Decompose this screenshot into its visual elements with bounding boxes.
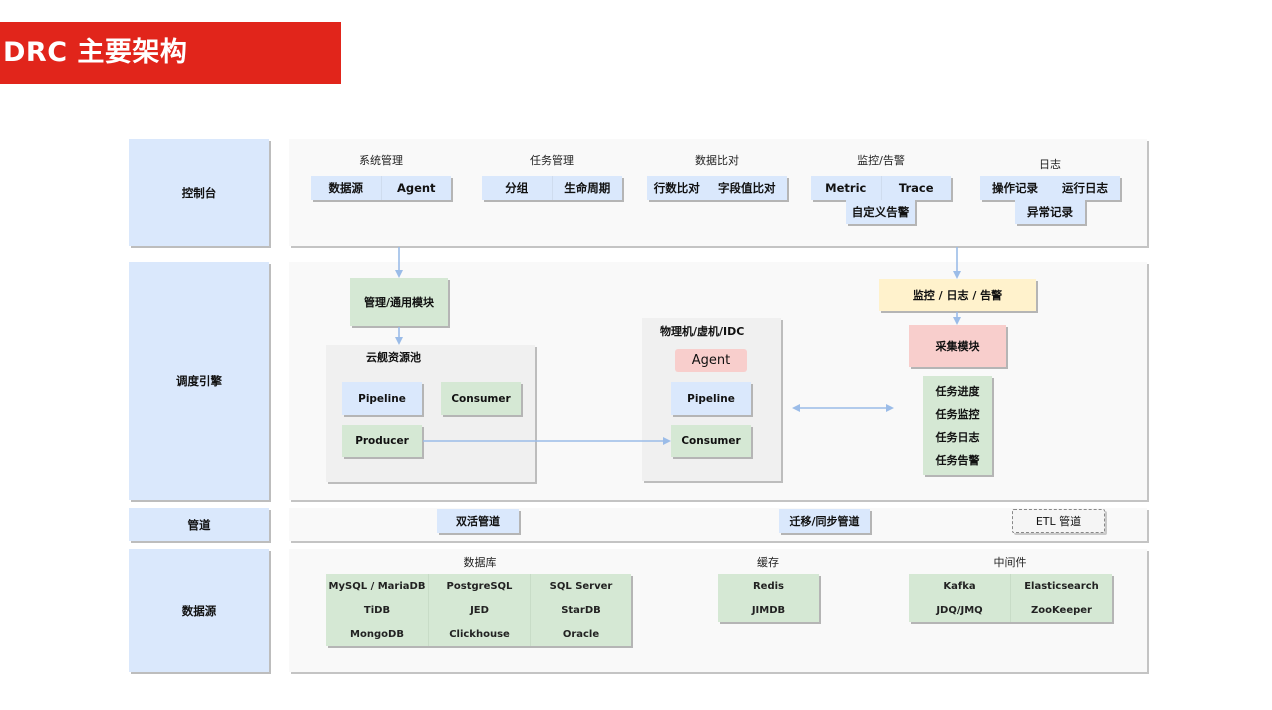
- group-title-system-mgmt: 系统管理: [359, 154, 403, 167]
- db-oracle: Oracle: [530, 622, 631, 646]
- layer-label-scheduler: 调度引擎: [129, 262, 269, 500]
- group-title-data-compare: 数据比对: [695, 154, 739, 167]
- layer-label-datasource: 数据源: [129, 549, 269, 672]
- task-progress[interactable]: 任务进度: [936, 383, 980, 399]
- migration-sync-pipeline[interactable]: 迁移/同步管道: [779, 509, 870, 533]
- chip-custom-alert[interactable]: 自定义告警: [846, 200, 915, 224]
- data-compare-group: 行数比对 字段值比对: [647, 176, 787, 200]
- group-title-task-mgmt: 任务管理: [530, 154, 574, 167]
- cloud-pipeline[interactable]: Pipeline: [342, 382, 422, 415]
- db-mysql: MySQL / MariaDB: [328, 580, 426, 592]
- cloud-pool-title: 云舰资源池: [366, 351, 421, 364]
- db-sqlserver: SQL Server: [530, 574, 631, 598]
- task-log[interactable]: 任务日志: [936, 429, 980, 445]
- logs-group: 操作记录 运行日志: [980, 176, 1120, 200]
- db-clickhouse: Clickhouse: [428, 622, 530, 646]
- middleware-table: Kafka Elasticsearch JDQ/JMQ ZooKeeper: [909, 574, 1112, 622]
- etl-pipeline[interactable]: ETL 管道: [1012, 509, 1105, 533]
- monitor-log-alert[interactable]: 监控 / 日志 / 告警: [879, 279, 1036, 311]
- db-mongodb: MongoDB: [350, 628, 404, 640]
- chip-exception-log[interactable]: 异常记录: [1015, 200, 1085, 224]
- custom-alert-chip-wrap: 自定义告警: [846, 200, 915, 224]
- chip-metric[interactable]: Metric: [811, 176, 881, 200]
- task-items-list: 任务进度 任务监控 任务日志 任务告警: [923, 376, 992, 475]
- chip-runtime-log[interactable]: 运行日志: [1050, 176, 1120, 200]
- layer-label-console: 控制台: [129, 139, 269, 246]
- chip-group[interactable]: 分组: [482, 176, 552, 200]
- mw-elasticsearch: Elasticsearch: [1010, 574, 1112, 598]
- active-active-pipeline[interactable]: 双活管道: [437, 509, 519, 533]
- chip-row-count-compare[interactable]: 行数比对: [647, 176, 707, 200]
- cache-table: Redis JIMDB: [718, 574, 819, 622]
- mw-kafka: Kafka: [943, 580, 976, 592]
- physical-title: 物理机/虚机/IDC: [660, 325, 745, 338]
- middleware-title: 中间件: [993, 556, 1027, 569]
- mw-zookeeper: ZooKeeper: [1010, 598, 1112, 622]
- db-postgresql: PostgreSQL: [428, 574, 530, 598]
- mgmt-common-module[interactable]: 管理/通用模块: [350, 278, 448, 326]
- exception-log-chip-wrap: 异常记录: [1015, 200, 1085, 224]
- chip-operation-log[interactable]: 操作记录: [980, 176, 1050, 200]
- db-tidb: TiDB: [363, 604, 391, 616]
- system-mgmt-group: 数据源 Agent: [311, 176, 451, 200]
- chip-trace[interactable]: Trace: [880, 176, 952, 200]
- chip-lifecycle[interactable]: 生命周期: [551, 176, 623, 200]
- layer-label-pipeline: 管道: [129, 508, 269, 541]
- collector-module[interactable]: 采集模块: [909, 325, 1006, 367]
- page-title: DRC 主要架构: [0, 22, 341, 84]
- group-title-monitor-alert: 监控/告警: [857, 154, 905, 167]
- cache-redis: Redis: [752, 580, 785, 592]
- chip-agent[interactable]: Agent: [380, 176, 452, 200]
- cache-title: 缓存: [757, 556, 779, 569]
- monitor-alert-group: Metric Trace: [811, 176, 951, 200]
- cloud-producer[interactable]: Producer: [342, 425, 422, 457]
- physical-agent[interactable]: Agent: [675, 349, 747, 372]
- physical-pipeline[interactable]: Pipeline: [671, 382, 751, 415]
- task-mgmt-group: 分组 生命周期: [482, 176, 622, 200]
- cloud-consumer[interactable]: Consumer: [441, 382, 521, 415]
- group-title-logs: 日志: [1039, 158, 1061, 171]
- db-stardb: StarDB: [530, 598, 631, 622]
- physical-consumer[interactable]: Consumer: [671, 425, 751, 457]
- task-monitor[interactable]: 任务监控: [936, 406, 980, 422]
- database-title: 数据库: [463, 556, 497, 569]
- mw-jdq-jmq: JDQ/JMQ: [936, 604, 983, 616]
- task-alert[interactable]: 任务告警: [936, 452, 980, 468]
- chip-datasource[interactable]: 数据源: [311, 176, 381, 200]
- db-jed: JED: [428, 598, 530, 622]
- database-table: MySQL / MariaDB PostgreSQL SQL Server Ti…: [326, 574, 631, 646]
- cache-jimdb: JIMDB: [751, 604, 786, 616]
- chip-field-value-compare[interactable]: 字段值比对: [707, 176, 788, 200]
